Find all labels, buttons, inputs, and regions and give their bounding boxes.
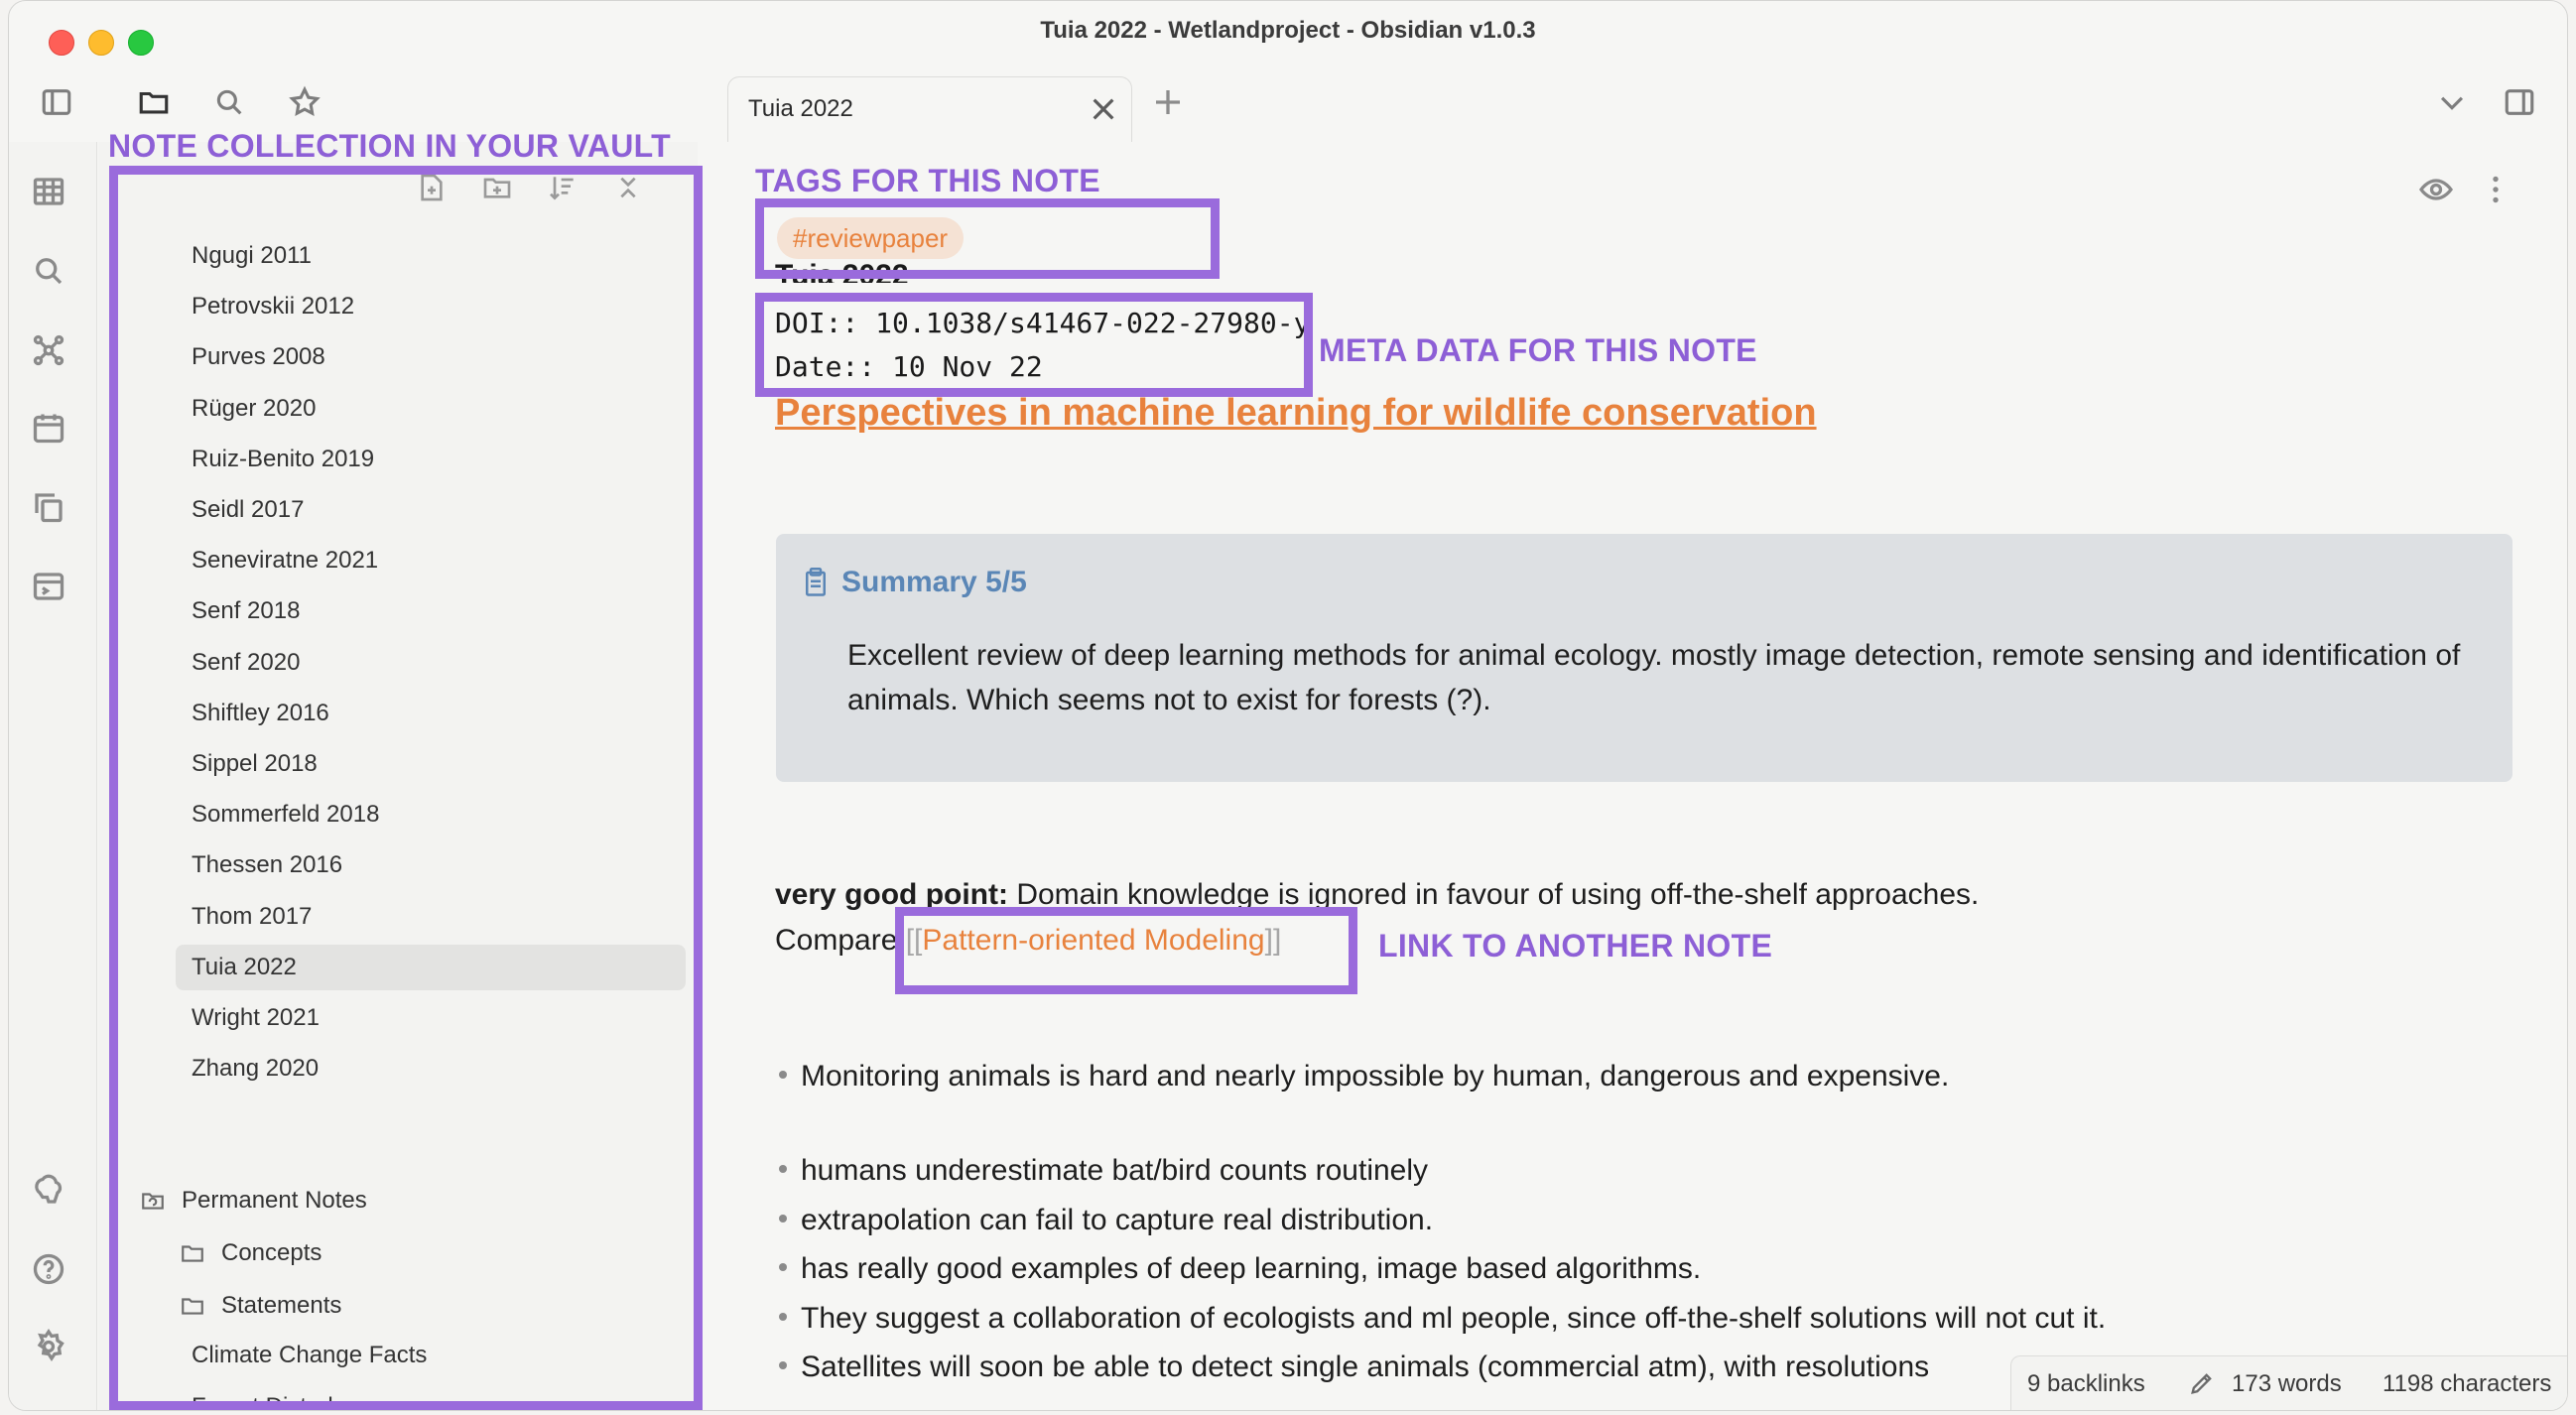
bullet-dot	[779, 1214, 787, 1222]
toggle-right-sidebar-icon[interactable]	[2500, 82, 2539, 122]
clipboard-icon	[806, 568, 826, 596]
list-item: They suggest a collaboration of ecologis…	[779, 1302, 2106, 1336]
bullet-dot	[779, 1263, 787, 1272]
callout-body: Excellent review of deep learning method…	[847, 639, 2461, 716]
list-item-text: humans underestimate bat/bird counts rou…	[801, 1154, 1429, 1187]
word-count: 173 words	[2232, 1370, 2342, 1397]
list-item-text: Monitoring animals is hard and nearly im…	[801, 1060, 1950, 1093]
bookmark-star-icon[interactable]	[285, 82, 324, 122]
bullet-dot	[779, 1312, 787, 1321]
list-item: has really good examples of deep learnin…	[779, 1252, 1701, 1286]
annotation-tags-box	[755, 198, 1220, 279]
toggle-left-sidebar-icon[interactable]	[37, 82, 76, 122]
ribbon	[9, 142, 97, 1410]
tab-list-chevron-down-icon[interactable]	[2432, 82, 2472, 122]
annotation-meta-box	[755, 293, 1313, 397]
calendar-icon[interactable]	[31, 410, 70, 450]
annotation-vault-box	[109, 166, 703, 1410]
annotation-link-label: LINK TO ANOTHER NOTE	[1378, 928, 1773, 964]
close-tab-icon[interactable]	[1088, 93, 1119, 125]
annotation-vault-label: NOTE COLLECTION IN YOUR VAULT	[108, 128, 671, 164]
list-item-text: Satellites will soon be able to detect s…	[801, 1351, 1930, 1383]
search-icon[interactable]	[209, 82, 249, 122]
new-tab-plus-icon[interactable]	[1150, 84, 1186, 120]
title-bar: Tuia 2022 - Wetlandproject - Obsidian v1…	[9, 1, 2567, 63]
bullet-dot	[779, 1361, 787, 1370]
tab-label: Tuia 2022	[748, 95, 853, 122]
list-item: Monitoring animals is hard and nearly im…	[779, 1060, 1949, 1093]
backlinks-count[interactable]: 9 backlinks	[2027, 1370, 2145, 1398]
summary-callout: Summary 5/5 Excellent review of deep lea…	[776, 534, 2512, 782]
compare-text: Compare	[775, 924, 906, 957]
list-item-text: has really good examples of deep learnin…	[801, 1252, 1702, 1285]
list-item: Satellites will soon be able to detect s…	[779, 1351, 1929, 1384]
annotation-link-box	[895, 907, 1357, 994]
more-options-icon[interactable]	[2478, 172, 2517, 211]
annotation-meta-label: META DATA FOR THIS NOTE	[1319, 332, 1757, 368]
tab-tuia-2022[interactable]: Tuia 2022	[727, 76, 1132, 147]
file-explorer-folder-icon[interactable]	[134, 82, 174, 122]
vault-brain-icon[interactable]	[31, 1172, 70, 1212]
paper-title-link[interactable]: Perspectives in machine learning for wil…	[775, 392, 1817, 435]
callout-title-text: Summary 5/5	[841, 566, 1027, 598]
status-bar: 9 backlinks 173 words 1198 characters	[2010, 1355, 2567, 1410]
search-ribbon-icon[interactable]	[31, 253, 70, 293]
annotation-tags-label: TAGS FOR THIS NOTE	[755, 163, 1100, 198]
copy-pages-icon[interactable]	[31, 489, 70, 529]
list-item-text: They suggest a collaboration of ecologis…	[801, 1301, 2107, 1335]
list-item: humans underestimate bat/bird counts rou…	[779, 1154, 1428, 1188]
graph-view-icon[interactable]	[31, 332, 70, 372]
bullet-dot	[779, 1165, 787, 1174]
command-terminal-icon[interactable]	[31, 569, 70, 608]
bullet-dot	[779, 1071, 787, 1080]
list-item: extrapolation can fail to capture real d…	[779, 1204, 1433, 1237]
settings-gear-icon[interactable]	[31, 1329, 70, 1368]
app-window: Tuia 2022 - Wetlandproject - Obsidian v1…	[8, 0, 2568, 1411]
list-item-text: extrapolation can fail to capture real d…	[801, 1203, 1434, 1236]
reading-view-eye-icon[interactable]	[2418, 172, 2458, 211]
edit-mode-pencil-icon[interactable]	[2188, 1369, 2216, 1397]
callout-title: Summary 5/5	[804, 566, 1027, 599]
help-icon[interactable]	[31, 1251, 70, 1291]
character-count: 1198 characters	[2383, 1370, 2552, 1397]
table-grid-icon[interactable]	[31, 174, 70, 213]
window-title: Tuia 2022 - Wetlandproject - Obsidian v1…	[1040, 17, 1536, 44]
